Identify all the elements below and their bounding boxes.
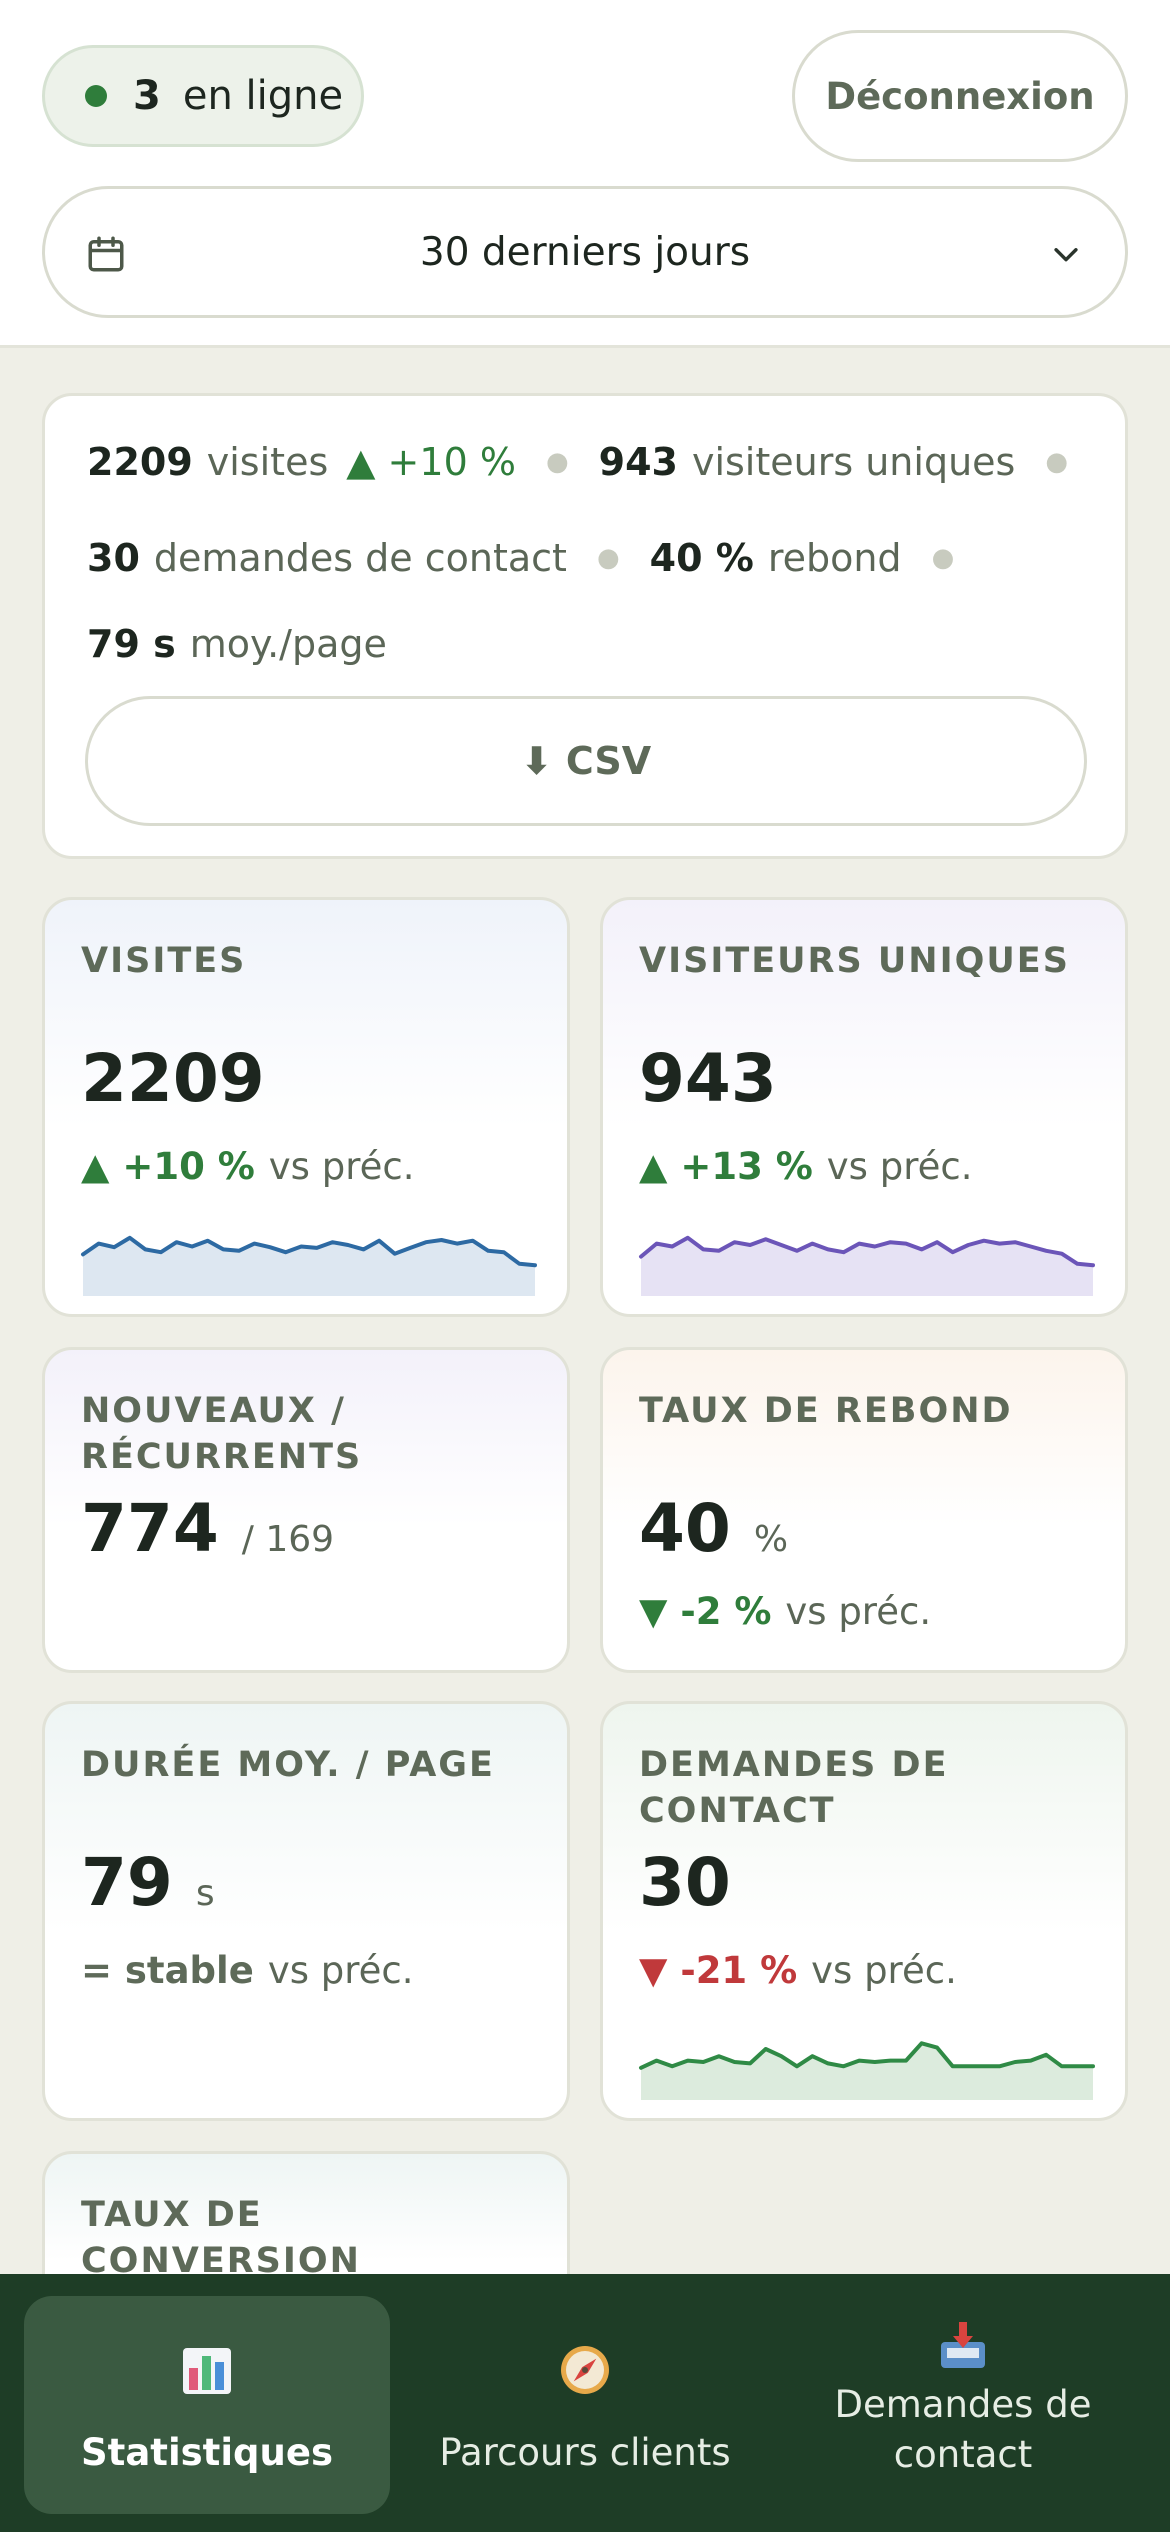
kpi-delta-value: ▲ +10 % (81, 1145, 255, 1188)
nav-item-statistics[interactable]: Statistiques (24, 2296, 390, 2514)
unique-visitors-sparkline (639, 1235, 1095, 1296)
kpi-card-unique-visitors: Visiteurs uniques 943 ▲ +13 % vs préc. (600, 897, 1128, 1317)
kpi-delta: ▼ -2 % vs préc. (639, 1590, 931, 1633)
period-select[interactable]: 30 derniers jours (42, 186, 1128, 318)
separator-dot: ● (545, 447, 569, 477)
kpi-title: Visites (81, 941, 247, 981)
kpi-value-unit: % (753, 1519, 789, 1560)
kpi-delta-caption: vs préc. (785, 1590, 932, 1633)
nav-item-customer-journeys[interactable]: Parcours clients (402, 2296, 768, 2514)
summary-row-3: 79 s moy./page (87, 622, 387, 666)
summary-contacts-label: demandes de contact (153, 536, 567, 580)
kpi-delta-caption: vs préc. (811, 1949, 957, 1992)
csv-export-button[interactable]: ⬇ CSV (85, 696, 1087, 826)
bar-chart-icon (183, 2348, 231, 2394)
inbox-tray-icon (941, 2322, 985, 2368)
kpi-card-contact-requests: Demandes de contact 30 ▼ -21 % vs préc. (600, 1701, 1128, 2121)
kpi-value: 943 (639, 1040, 777, 1117)
kpi-value: 774 / 169 (81, 1490, 334, 1567)
kpi-delta-caption: vs préc. (826, 1145, 973, 1188)
summary-visits-value: 2209 (87, 440, 193, 484)
kpi-value: 40 % (639, 1490, 788, 1567)
nav-label: Statistiques (80, 2431, 333, 2474)
visits-sparkline (81, 1235, 537, 1296)
summary-visits-label: visites (206, 440, 329, 484)
online-count: 3 (133, 73, 161, 119)
kpi-value-new: 774 (81, 1490, 219, 1567)
top-bar: 3 en ligne Déconnexion 30 derniers jours (0, 0, 1170, 348)
kpi-title: Visiteurs uniques (639, 941, 1070, 981)
summary-row-2: 30 demandes de contact ● 40 % rebond ● (87, 536, 984, 580)
summary-visits-trend: ▲ +10 % (346, 440, 516, 484)
online-users-badge: 3 en ligne (42, 45, 364, 147)
summary-unique-label: visiteurs uniques (691, 440, 1016, 484)
kpi-delta: ▲ +13 % vs préc. (639, 1145, 972, 1188)
kpi-delta-caption: vs préc. (268, 1145, 415, 1188)
summary-bounce-value: 40 % (649, 536, 754, 580)
nav-item-contact-requests[interactable]: Demandes de contact (780, 2296, 1146, 2514)
kpi-value: 30 (639, 1844, 731, 1921)
chevron-down-icon (1054, 248, 1078, 262)
kpi-value-unit: s (195, 1873, 215, 1914)
kpi-value-returning: / 169 (241, 1519, 335, 1560)
separator-dot: ● (1045, 447, 1069, 477)
sparkline-area (641, 2043, 1093, 2100)
kpi-card-avg-time: Durée moy. / page 79 s = stable vs préc. (42, 1701, 570, 2121)
summary-contacts-value: 30 (87, 536, 140, 580)
kpi-title: Taux de rebond (639, 1391, 1013, 1431)
separator-dot: ● (596, 543, 620, 573)
kpi-title: Nouveaux / récurrents (81, 1391, 363, 1477)
summary-time-label: moy./page (189, 622, 387, 666)
summary-bounce-label: rebond (767, 536, 902, 580)
kpi-value: 2209 (81, 1040, 265, 1117)
kpi-title: Taux de conversion (81, 2195, 361, 2281)
contacts-sparkline (639, 2041, 1095, 2100)
summary-card: 2209 visites ▲ +10 % ● 943 visiteurs uni… (42, 393, 1128, 859)
kpi-delta-caption: vs préc. (267, 1949, 414, 1992)
kpi-value-number: 40 (639, 1490, 731, 1567)
kpi-delta-value: ▼ -2 % (639, 1590, 772, 1633)
kpi-delta: = stable vs préc. (81, 1949, 414, 1992)
summary-time-value: 79 s (87, 622, 176, 666)
bottom-navigation: Statistiques Parcours clients Demandes d… (0, 2274, 1170, 2532)
logout-button[interactable]: Déconnexion (792, 30, 1128, 162)
kpi-value: 79 s (81, 1844, 215, 1921)
kpi-card-bounce-rate: Taux de rebond 40 % ▼ -2 % vs préc. (600, 1347, 1128, 1673)
summary-row-1: 2209 visites ▲ +10 % ● 943 visiteurs uni… (87, 440, 1098, 484)
kpi-card-new-returning: Nouveaux / récurrents 774 / 169 (42, 1347, 570, 1673)
kpi-delta: ▲ +10 % vs préc. (81, 1145, 414, 1188)
kpi-delta: ▼ -21 % vs préc. (639, 1949, 957, 1992)
separator-dot: ● (931, 543, 955, 573)
summary-unique-value: 943 (598, 440, 678, 484)
online-label: en ligne (182, 73, 344, 119)
kpi-title: Durée moy. / page (81, 1745, 495, 1785)
kpi-delta-value: = stable (81, 1949, 254, 1992)
online-status-dot (85, 85, 107, 107)
kpi-value-number: 79 (81, 1844, 173, 1921)
nav-label: Demandes de contact (834, 2383, 1092, 2476)
period-select-value: 30 derniers jours (419, 229, 751, 275)
nav-label: Parcours clients (439, 2431, 731, 2474)
kpi-card-visits: Visites 2209 ▲ +10 % vs préc. (42, 897, 570, 1317)
kpi-delta-value: ▲ +13 % (639, 1145, 813, 1188)
kpi-delta-value: ▼ -21 % (639, 1949, 798, 1992)
compass-icon (561, 2346, 609, 2394)
kpi-title: Demandes de contact (639, 1745, 949, 1831)
